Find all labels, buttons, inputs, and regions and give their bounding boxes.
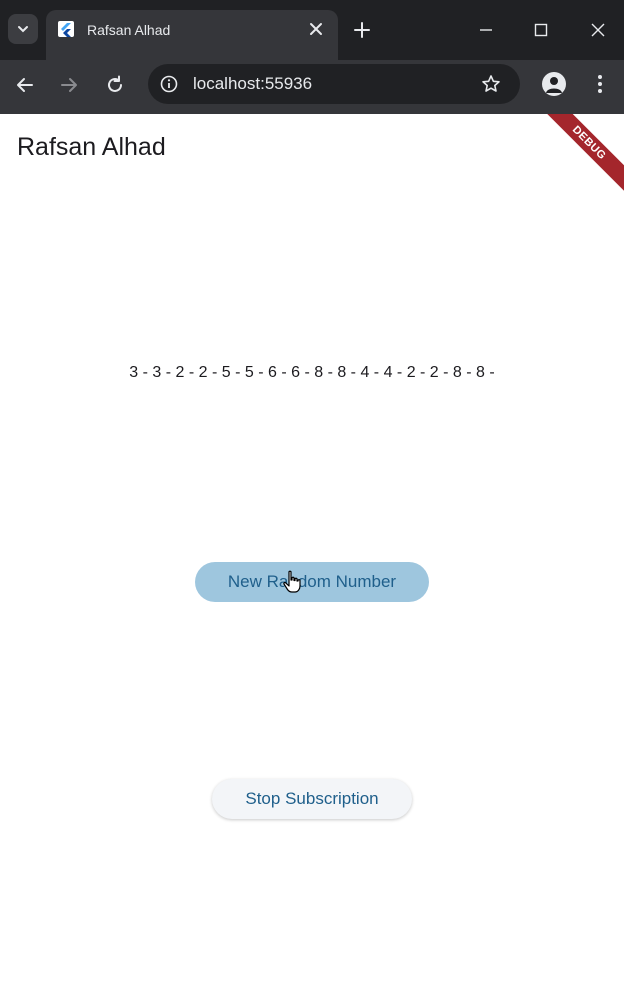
profile-avatar[interactable] bbox=[542, 72, 566, 96]
browser-window: Rafsan Alhad localhost:55936 Rafsan Alha… bbox=[0, 0, 624, 992]
random-numbers-text: 3 - 3 - 2 - 2 - 5 - 5 - 6 - 6 - 8 - 8 - … bbox=[129, 364, 495, 381]
app-bar-title: Rafsan Alhad bbox=[17, 133, 166, 161]
window-close-icon[interactable] bbox=[590, 22, 606, 38]
chevron-down-icon bbox=[18, 26, 28, 33]
hand-pointer-cursor-icon bbox=[283, 570, 301, 593]
stop-subscription-button[interactable]: Stop Subscription bbox=[212, 779, 412, 819]
flutter-favicon-icon bbox=[58, 21, 74, 37]
tab-search-button[interactable] bbox=[8, 14, 38, 44]
reload-icon[interactable] bbox=[104, 74, 126, 96]
new-tab-icon[interactable] bbox=[352, 20, 372, 40]
debug-banner: DEBUG bbox=[536, 114, 624, 196]
url-text[interactable]: localhost:55936 bbox=[193, 74, 312, 94]
more-vert-icon[interactable] bbox=[590, 73, 610, 95]
minimize-icon[interactable] bbox=[478, 22, 494, 38]
tab-strip: Rafsan Alhad bbox=[0, 0, 624, 60]
browser-toolbar: localhost:55936 bbox=[0, 60, 624, 114]
bookmark-star-icon[interactable] bbox=[481, 74, 501, 94]
site-info-icon[interactable] bbox=[160, 75, 178, 93]
maximize-icon[interactable] bbox=[533, 22, 549, 38]
new-random-number-button[interactable]: New Random Number bbox=[195, 562, 429, 602]
forward-arrow-icon[interactable] bbox=[58, 74, 80, 96]
active-tab[interactable]: Rafsan Alhad bbox=[46, 10, 338, 60]
person-icon bbox=[546, 77, 562, 93]
tab-title: Rafsan Alhad bbox=[87, 22, 171, 38]
close-tab-icon[interactable] bbox=[308, 21, 324, 37]
address-bar[interactable]: localhost:55936 bbox=[148, 64, 520, 104]
back-arrow-icon[interactable] bbox=[14, 74, 36, 96]
page-viewport: Rafsan Alhad DEBUG 3 - 3 - 2 - 2 - 5 - 5… bbox=[0, 114, 624, 992]
